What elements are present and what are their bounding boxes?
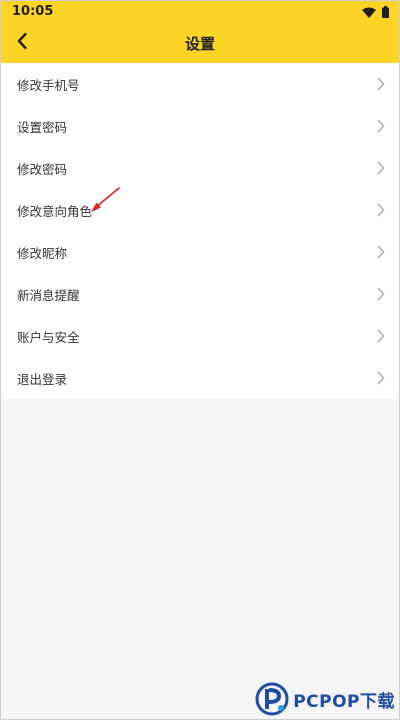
settings-item-label: 设置密码 <box>17 119 68 135</box>
chevron-right-icon <box>377 245 385 259</box>
pcpop-logo-icon <box>255 682 289 716</box>
settings-item-label: 账户与安全 <box>17 329 80 345</box>
nav-bar: 设置 <box>1 23 399 63</box>
chevron-right-icon <box>377 119 385 133</box>
settings-item-account-security[interactable]: 账户与安全 <box>1 315 399 357</box>
settings-item-label: 修改手机号 <box>17 77 80 93</box>
settings-item-change-password[interactable]: 修改密码 <box>1 147 399 189</box>
chevron-right-icon <box>377 77 385 91</box>
settings-item-label: 修改密码 <box>17 161 68 177</box>
settings-item-label: 新消息提醒 <box>17 287 80 303</box>
settings-item-change-intended-role[interactable]: 修改意向角色 <box>1 189 399 231</box>
chevron-right-icon <box>377 287 385 301</box>
settings-item-change-nickname[interactable]: 修改昵称 <box>1 231 399 273</box>
annotation-arrow-icon <box>91 187 120 212</box>
battery-icon <box>382 6 389 18</box>
app-header: 10:05 设置 <box>1 1 399 63</box>
settings-item-label: 退出登录 <box>17 371 68 387</box>
settings-item-set-password[interactable]: 设置密码 <box>1 105 399 147</box>
settings-item-change-phone[interactable]: 修改手机号 <box>1 63 399 105</box>
status-time: 10:05 <box>12 4 54 19</box>
settings-item-logout[interactable]: 退出登录 <box>1 357 399 399</box>
chevron-right-icon <box>377 329 385 343</box>
status-bar: 10:05 <box>1 1 399 23</box>
settings-item-new-message-alert[interactable]: 新消息提醒 <box>1 273 399 315</box>
chevron-right-icon <box>377 203 385 217</box>
watermark: PCPOP下载 <box>255 681 395 717</box>
status-icons <box>362 5 389 19</box>
settings-list: 修改手机号 设置密码 修改密码 修改意向角色 修改昵称 新消息提醒 账户与安全 … <box>1 63 399 399</box>
settings-item-label: 修改昵称 <box>17 245 68 261</box>
page-title: 设置 <box>184 35 215 53</box>
watermark-text: PCPOP下载 <box>293 691 395 712</box>
chevron-right-icon <box>377 161 385 175</box>
wifi-icon <box>362 7 376 18</box>
settings-item-label: 修改意向角色 <box>17 203 93 219</box>
chevron-right-icon <box>377 371 385 385</box>
